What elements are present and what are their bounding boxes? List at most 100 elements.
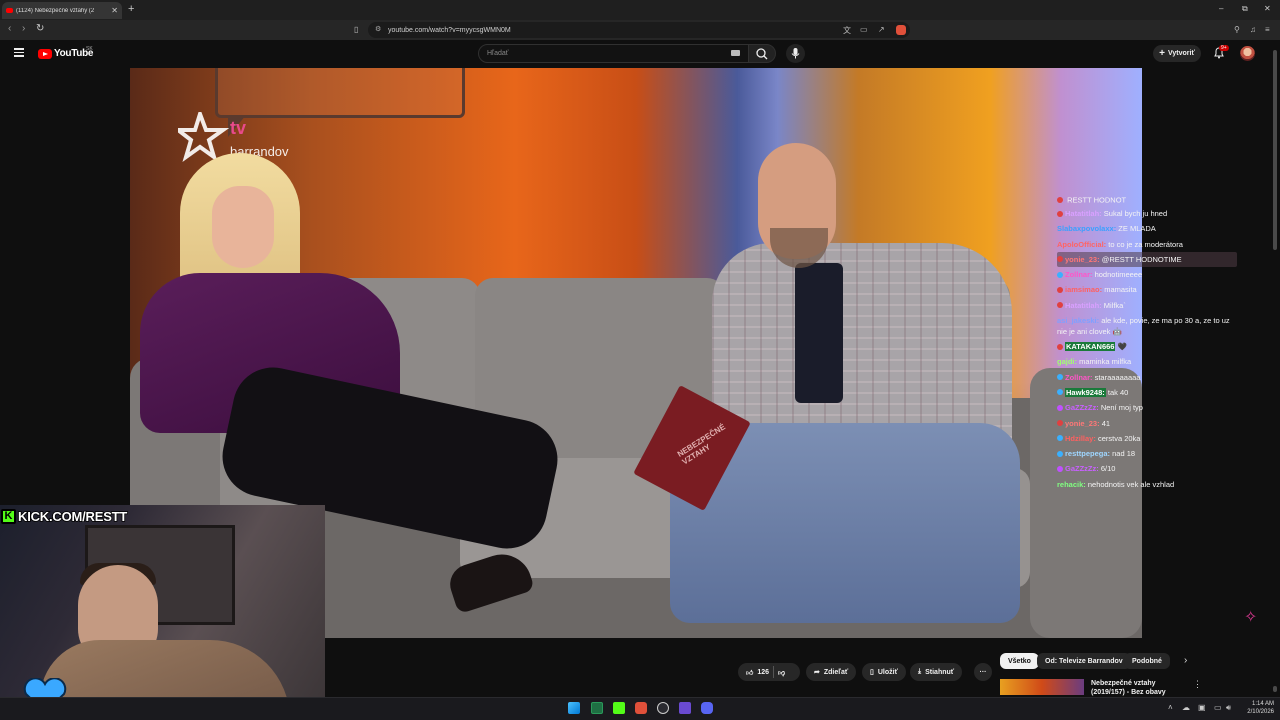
kick-app-icon[interactable]	[613, 702, 625, 714]
chat-username: Zollnar:	[1065, 270, 1093, 280]
browser-tab-active[interactable]: (1124) Nebezpečné vztahy (2 ✕	[2, 2, 122, 19]
like-icon[interactable]: 👍︎	[746, 668, 753, 677]
chat-text: staraaaaaaaa	[1094, 372, 1141, 382]
network-icon[interactable]: ▭	[1214, 703, 1222, 712]
tray-overflow-icon[interactable]: ˄	[1168, 703, 1173, 712]
chat-message: RESTT HODNOT	[1057, 197, 1237, 206]
chat-message: yonie_23: 41	[1057, 416, 1237, 431]
chat-username: iamsimao:	[1065, 285, 1103, 295]
search-placeholder: Hľadať	[487, 50, 509, 57]
share-page-icon[interactable]: ↗	[878, 25, 885, 34]
like-count: 126	[757, 668, 770, 676]
chat-badge-icon	[1057, 197, 1063, 203]
notification-count-badge: 9+	[1219, 45, 1229, 51]
clock-time: 1:14 AM	[1251, 701, 1274, 707]
stream-chat-overlay: RESTT HODNOT Hatatitlah: Sukal bych ju hn…	[1057, 197, 1237, 492]
host-shirt	[795, 263, 843, 403]
create-label: Vytvoriť	[1168, 50, 1195, 57]
save-button[interactable]: ▯ Uložiť	[862, 663, 906, 681]
account-avatar[interactable]	[1240, 46, 1255, 61]
chat-badge-icon	[1057, 389, 1063, 396]
sparkle-icon: ✧	[1244, 609, 1258, 626]
youtube-logo-icon[interactable]	[38, 49, 52, 59]
like-dislike-group[interactable]: 👍︎ 126 👎︎	[738, 663, 800, 681]
tray-icon[interactable]: ☁	[1182, 703, 1190, 712]
tray-app-icon[interactable]: ▣	[1198, 703, 1206, 712]
create-button[interactable]: + Vytvoriť	[1153, 45, 1201, 62]
chat-message: GaZZzZz: Není moj typ	[1057, 400, 1237, 415]
app-icon[interactable]	[679, 702, 691, 714]
recommendation-thumbnail[interactable]	[1000, 679, 1084, 695]
minimize-button[interactable]: –	[1219, 4, 1223, 13]
taskbar-clock[interactable]: 1:14 AM 2/10/2026	[1240, 700, 1274, 716]
chat-username: Zollnar:	[1065, 372, 1093, 382]
chat-text: Milfka`	[1103, 300, 1126, 310]
chat-text: 6/10	[1100, 464, 1116, 474]
guest-face	[212, 186, 274, 268]
recommendation-title[interactable]: Nebezpečné vztahy (2019/157) - Bez obavy	[1091, 679, 1183, 697]
chip-all[interactable]: Všetko	[1000, 653, 1039, 669]
chat-text: maminka milfka	[1079, 357, 1132, 367]
brave-browser-icon[interactable]	[635, 702, 647, 714]
close-window-button[interactable]: ✕	[1264, 4, 1271, 13]
hamburger-menu-icon[interactable]	[14, 48, 24, 57]
more-icon: ···	[979, 668, 987, 676]
dislike-icon[interactable]: 👎︎	[778, 668, 785, 677]
chat-username: GaZZzZz:	[1065, 403, 1099, 413]
scrollbar-thumb-bottom[interactable]	[1273, 686, 1277, 692]
chip-related[interactable]: Podobné	[1124, 653, 1170, 669]
chips-next-arrow-icon[interactable]: ›	[1184, 655, 1187, 666]
share-icon: ➦	[814, 669, 820, 676]
chat-badge-icon	[1057, 210, 1063, 217]
download-button[interactable]: ⤓ Stiahnuť	[910, 663, 963, 681]
chat-message: iamsimao: mamasita	[1057, 282, 1237, 297]
kick-url: KICK.COM/RESTT	[17, 508, 128, 525]
discord-icon[interactable]	[701, 702, 713, 714]
browser-menu-icon[interactable]: ≡	[1265, 25, 1270, 34]
chip-channel[interactable]: Od: Televize Barrandov	[1037, 653, 1131, 669]
search-button[interactable]	[748, 44, 776, 63]
tab-close-icon[interactable]: ✕	[111, 6, 118, 15]
kick-channel-label: K KICK.COM/RESTT	[1, 507, 128, 525]
more-actions-button[interactable]: ···	[974, 663, 992, 681]
bookmark-save-icon: ▯	[870, 669, 874, 676]
svg-text:tv: tv	[230, 118, 246, 138]
xbox-app-icon[interactable]	[591, 702, 603, 714]
booklet-text: NEBEZPEČNÉ VZTAHY	[675, 422, 727, 467]
address-bar[interactable]: ⚙ youtube.com/watch?v=myycsgWMN0M	[368, 22, 910, 38]
search-input[interactable]: Hľadať	[478, 44, 750, 63]
bookmark-icon[interactable]: ▯	[354, 25, 358, 34]
voice-search-button[interactable]	[786, 44, 805, 63]
chat-username: gajdi:	[1057, 357, 1077, 367]
volume-icon[interactable]: 🔊︎	[1226, 703, 1231, 713]
reload-icon[interactable]: ↻	[36, 23, 44, 34]
chat-badge-icon	[1057, 435, 1063, 442]
media-icon[interactable]: ♫	[1250, 25, 1256, 34]
chat-badge-icon	[1057, 420, 1063, 427]
chat-badge-icon	[1057, 286, 1063, 293]
new-tab-button[interactable]: +	[128, 3, 134, 15]
recommendation-menu-icon[interactable]: ⋮	[1193, 679, 1202, 690]
chat-badge-icon	[1057, 465, 1063, 472]
site-info-icon[interactable]: ⚙	[375, 25, 381, 33]
keyboard-icon[interactable]	[731, 50, 740, 56]
back-arrow-icon[interactable]: ‹	[8, 23, 11, 34]
backdrop-speech-bubble	[215, 68, 465, 137]
chat-message: yonie_23: @RESTT HODNOTIME	[1057, 251, 1237, 268]
plus-icon: +	[1159, 48, 1165, 59]
translate-icon[interactable]: 文	[843, 25, 851, 36]
download-icon: ⤓	[918, 668, 922, 675]
chat-username: resttpepega:	[1065, 449, 1111, 459]
maximize-button[interactable]: ⧉	[1242, 4, 1248, 14]
extensions-icon[interactable]: ⚲	[1234, 25, 1240, 34]
chat-text: 🖤	[1117, 342, 1127, 352]
chat-text: ZE MLADA	[1118, 224, 1156, 234]
share-button[interactable]: ➦ Zdieľať	[806, 663, 857, 681]
start-menu-icon[interactable]	[568, 702, 580, 714]
obs-icon[interactable]	[657, 702, 669, 714]
screen-icon[interactable]: ▭	[860, 25, 868, 34]
scrollbar-thumb[interactable]	[1273, 50, 1277, 250]
brave-shield-icon[interactable]	[896, 25, 906, 35]
chat-text: to co je za moderátora	[1108, 239, 1183, 249]
forward-arrow-icon[interactable]: ›	[22, 23, 25, 34]
